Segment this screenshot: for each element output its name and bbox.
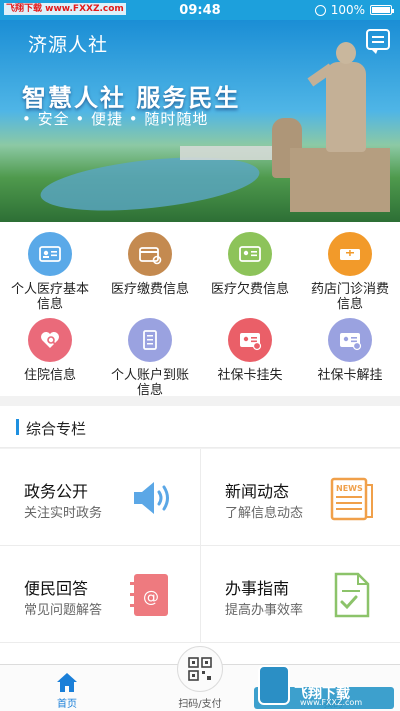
service-label: 医疗缴费信息 bbox=[110, 282, 189, 297]
card-subtitle: 关注实时政务 bbox=[24, 506, 103, 521]
checklist-icon bbox=[334, 572, 370, 618]
card-guide[interactable]: 办事指南 提高办事效率 bbox=[200, 546, 400, 643]
service-label: 住院信息 bbox=[23, 368, 76, 383]
tab-label: 扫码/支付 bbox=[178, 699, 222, 710]
card-subtitle: 了解信息动态 bbox=[225, 506, 304, 521]
qr-code-icon bbox=[188, 657, 212, 681]
hospital-search-icon bbox=[28, 318, 72, 362]
service-hospital-info[interactable]: 住院信息 bbox=[0, 318, 100, 383]
battery-icon bbox=[370, 5, 394, 15]
card-unlock-icon bbox=[328, 318, 372, 362]
message-icon[interactable] bbox=[366, 29, 390, 54]
arrears-card-icon bbox=[228, 232, 272, 276]
watermark-site: www.FXXZ.com bbox=[300, 698, 363, 707]
app-screen: 飞翔下载 www.FXXZ.com 09:48 100% 济源人社 智慧人社 服… bbox=[0, 0, 400, 711]
tab-home[interactable]: 首页 bbox=[17, 665, 117, 711]
svg-text:NEWS: NEWS bbox=[336, 484, 363, 493]
payment-card-icon bbox=[128, 232, 172, 276]
orientation-lock-icon bbox=[314, 4, 326, 16]
service-card-unlock[interactable]: 社保卡解挂 bbox=[300, 318, 400, 383]
card-faq[interactable]: 便民回答 常见问题解答 @ bbox=[0, 546, 200, 643]
service-payment-info[interactable]: 医疗缴费信息 bbox=[100, 232, 200, 297]
card-title: 办事指南 bbox=[225, 579, 290, 598]
service-arrears-info[interactable]: 医疗欠费信息 bbox=[200, 232, 300, 297]
home-icon bbox=[57, 673, 77, 692]
news-icon: NEWS bbox=[330, 477, 373, 521]
feature-cards: 政务公开 关注实时政务 新闻动态 了解信息动态 NEWS 便民回答 常见问题解答 bbox=[0, 449, 400, 664]
corner-watermark: 飞翔下载 www.FXXZ.com bbox=[254, 665, 394, 709]
address-book-icon: @ bbox=[130, 574, 168, 616]
service-label: 药店门诊消费信息 bbox=[310, 282, 389, 312]
banner-statue bbox=[272, 42, 390, 212]
card-subtitle: 提高办事效率 bbox=[225, 603, 304, 618]
service-medical-info[interactable]: 个人医疗基本信息 bbox=[0, 232, 100, 312]
hero-banner[interactable]: 济源人社 智慧人社 服务民生 • 安全 • 便捷 • 随时随地 bbox=[0, 20, 400, 222]
banner-subtitle: • 安全 • 便捷 • 随时随地 bbox=[22, 110, 209, 128]
battery-percent: 100% bbox=[330, 3, 365, 17]
service-label: 医疗欠费信息 bbox=[210, 282, 289, 297]
medical-card-icon bbox=[28, 232, 72, 276]
tab-label: 首页 bbox=[57, 699, 77, 710]
services-grid: 个人医疗基本信息 医疗缴费信息 医疗欠费信息 药店门诊消费信息 住院信息 个人账… bbox=[0, 222, 400, 398]
service-label: 社保卡挂失 bbox=[217, 368, 283, 383]
card-title: 新闻动态 bbox=[225, 482, 290, 501]
section-accent-bar bbox=[16, 419, 19, 435]
section-title: 综合专栏 bbox=[26, 420, 87, 438]
card-news[interactable]: 新闻动态 了解信息动态 NEWS bbox=[200, 449, 400, 546]
card-title: 政务公开 bbox=[24, 482, 89, 501]
service-pharmacy-info[interactable]: 药店门诊消费信息 bbox=[300, 232, 400, 312]
section-header: 综合专栏 bbox=[0, 406, 400, 448]
svg-text:@: @ bbox=[143, 587, 159, 606]
scan-button[interactable] bbox=[177, 646, 223, 692]
card-title: 便民回答 bbox=[24, 579, 89, 598]
service-label: 社保卡解挂 bbox=[317, 368, 383, 383]
pharmacy-ticket-icon bbox=[328, 232, 372, 276]
speaker-icon bbox=[134, 482, 169, 514]
service-label: 个人医疗基本信息 bbox=[10, 282, 89, 312]
page-title: 济源人社 bbox=[28, 34, 109, 56]
service-label: 个人账户到账信息 bbox=[110, 368, 189, 398]
status-right: 100% bbox=[314, 3, 394, 17]
service-account-info[interactable]: 个人账户到账信息 bbox=[100, 318, 200, 398]
card-subtitle: 常见问题解答 bbox=[24, 603, 103, 618]
watermark-logo bbox=[258, 665, 290, 705]
card-government-affairs[interactable]: 政务公开 关注实时政务 bbox=[0, 449, 200, 546]
account-doc-icon bbox=[128, 318, 172, 362]
service-card-loss[interactable]: 社保卡挂失 bbox=[200, 318, 300, 383]
status-bar: 飞翔下载 www.FXXZ.com 09:48 100% bbox=[0, 0, 400, 20]
card-loss-icon bbox=[228, 318, 272, 362]
